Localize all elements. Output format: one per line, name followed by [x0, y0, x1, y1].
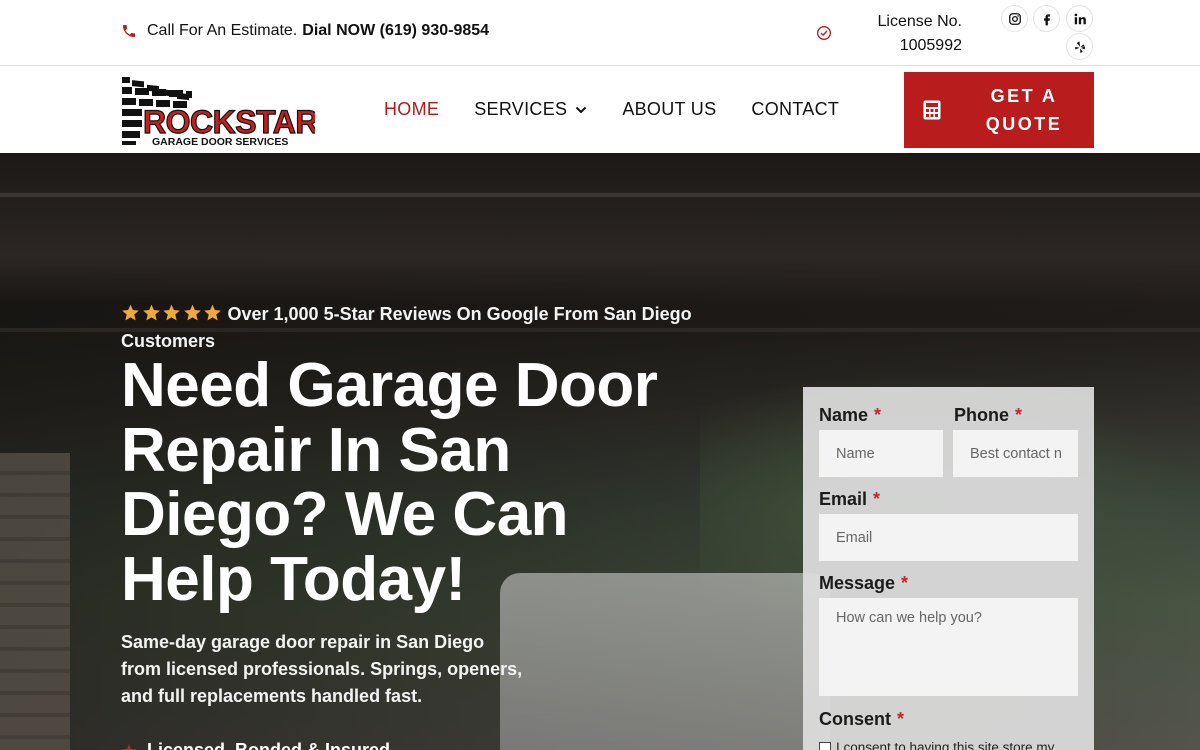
license-number: License No. 1005992	[852, 10, 963, 58]
nav-about-us[interactable]: ABOUT US	[622, 99, 716, 120]
nav-home[interactable]: HOME	[384, 99, 439, 120]
logo-wordmark: ROCKSTAR	[143, 104, 315, 140]
calculator-icon	[923, 100, 941, 120]
feature-licensed-text: Licensed, Bonded & Insured	[147, 740, 391, 750]
facebook-icon	[1043, 13, 1050, 25]
required-mark: *	[873, 489, 881, 509]
call-prefix-text: Call For An Estimate.	[147, 22, 298, 39]
phone-label-text: Phone	[954, 405, 1010, 425]
nav-about-label: ABOUT US	[622, 99, 717, 119]
feature-licensed: Licensed, Bonded & Insured	[121, 740, 390, 750]
phone-label: Phone *	[954, 405, 1022, 426]
headline-line: Diego? We Can	[121, 480, 569, 549]
check-circle-icon	[817, 26, 831, 40]
consent-label: Consent *	[819, 709, 904, 730]
required-mark: *	[897, 709, 905, 729]
consent-checkbox-row[interactable]: I consent to having this site store my	[819, 740, 1079, 750]
message-label: Message *	[819, 573, 908, 594]
required-mark: *	[1015, 405, 1023, 425]
hero-bg-ceiling	[0, 153, 1200, 303]
nav-services[interactable]: SERVICES	[474, 99, 587, 120]
hero-headline: Need Garage Door Repair In San Diego? We…	[121, 351, 741, 614]
linkedin-link[interactable]	[1066, 5, 1093, 32]
top-bar: Call For An Estimate. Dial NOW (619) 930…	[0, 0, 1200, 66]
star-icon	[163, 304, 180, 321]
nav-contact-label: CONTACT	[751, 99, 840, 119]
linkedin-icon	[1074, 13, 1086, 24]
call-estimate[interactable]: Call For An Estimate. Dial NOW (619) 930…	[121, 22, 489, 40]
star-icon	[122, 304, 139, 321]
consent-text: I consent to having this site store my	[836, 740, 1055, 750]
license-value: 1005992	[899, 37, 962, 54]
subtext-line: from licensed professionals. Springs, op…	[121, 659, 523, 679]
nav-contact[interactable]: CONTACT	[751, 99, 839, 120]
get-a-quote-button[interactable]: GET A QUOTE	[904, 72, 1094, 148]
hero-subtext: Same-day garage door repair in San Diego…	[121, 629, 541, 710]
star-icon	[122, 743, 136, 750]
headline-line: Need Garage Door	[121, 351, 658, 420]
subtext-line: and full replacements handled fast.	[121, 686, 423, 706]
subtext-line: Same-day garage door repair in San Diego	[121, 632, 485, 652]
name-label: Name *	[819, 405, 881, 426]
required-mark: *	[874, 405, 882, 425]
hero-bg-beam	[0, 193, 1200, 197]
quote-label-line1: GET A	[990, 86, 1058, 106]
call-phone-number[interactable]: Dial NOW (619) 930-9854	[302, 22, 489, 40]
nav-home-label: HOME	[384, 99, 440, 119]
email-label-text: Email	[819, 489, 868, 509]
yelp-link[interactable]	[1066, 33, 1093, 60]
rating-stars	[121, 303, 224, 322]
main-header: ROCKSTAR GARAGE DOOR SERVICES HOME SERVI…	[0, 67, 1200, 153]
chevron-down-icon	[576, 106, 587, 113]
message-label-text: Message	[819, 573, 896, 593]
instagram-link[interactable]	[1001, 5, 1028, 32]
estimate-form: Name* Phone* Email* Message* Consent* I …	[803, 387, 1094, 750]
facebook-link[interactable]	[1033, 5, 1060, 32]
consent-checkbox[interactable]	[819, 741, 831, 750]
quote-button-label: GET A QUOTE	[959, 82, 1089, 138]
message-textarea[interactable]	[819, 598, 1078, 696]
phone-input[interactable]	[953, 430, 1078, 477]
name-input[interactable]	[819, 430, 943, 477]
logo-tagline: GARAGE DOOR SERVICES	[152, 136, 288, 145]
headline-line: Help Today!	[121, 544, 466, 614]
star-icon	[204, 304, 221, 321]
quote-label-line2: QUOTE	[985, 114, 1063, 134]
instagram-icon	[1008, 12, 1021, 25]
star-icon	[142, 304, 160, 321]
reviews-tagline: Over 1,000 5-Star Reviews On Google From…	[121, 301, 721, 355]
nav-services-label: SERVICES	[474, 99, 568, 119]
email-input[interactable]	[819, 514, 1078, 561]
main-nav: HOME SERVICES ABOUT US CONTACT	[384, 99, 874, 120]
hero-bg-wall	[0, 453, 70, 750]
required-mark: *	[901, 573, 909, 593]
yelp-icon	[1074, 40, 1085, 53]
rockstar-logo[interactable]: ROCKSTAR GARAGE DOOR SERVICES	[121, 75, 315, 145]
phone-icon	[123, 25, 135, 37]
name-label-text: Name	[819, 405, 869, 425]
consent-label-text: Consent	[819, 709, 891, 729]
headline-line: Repair In San	[121, 415, 511, 485]
email-label: Email *	[819, 489, 880, 510]
hero-section: Over 1,000 5-Star Reviews On Google From…	[0, 153, 1200, 750]
license-label: License No.	[877, 13, 963, 30]
star-icon	[183, 304, 201, 321]
